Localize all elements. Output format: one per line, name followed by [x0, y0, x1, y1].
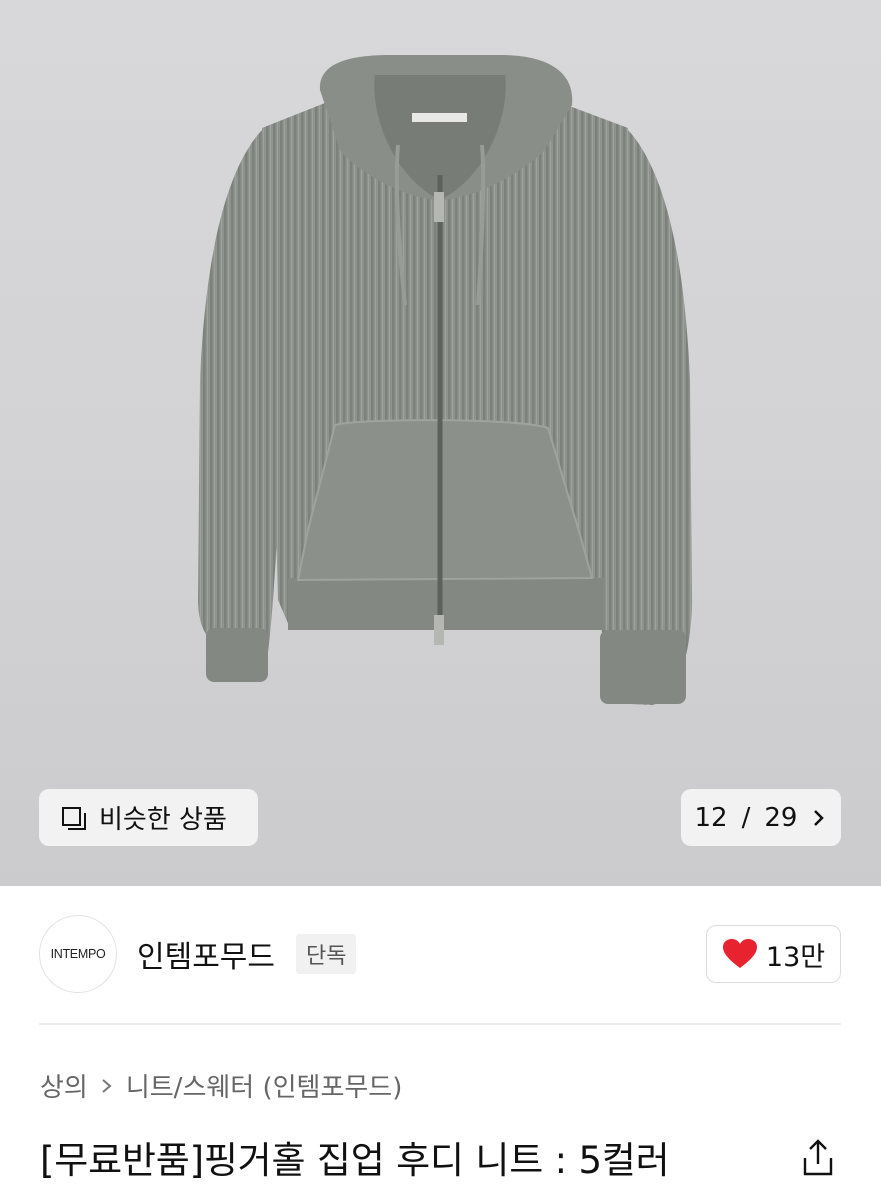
breadcrumb-category[interactable]: 상의 [40, 1067, 88, 1104]
exclusive-badge: 단독 [296, 934, 357, 974]
product-image [198, 55, 692, 705]
like-count: 13만 [765, 941, 826, 973]
image-separator: / [741, 802, 751, 833]
brand-logo[interactable]: INTEMPO [39, 915, 117, 993]
heart-icon [722, 939, 757, 968]
chevron-right-icon [814, 809, 825, 826]
product-image-area[interactable]: 비슷한 상품 12 / 29 [0, 0, 881, 886]
brand-row: INTEMPO 인템포무드 단독 13만 [39, 914, 841, 994]
breadcrumb-subcategory[interactable]: 니트/스웨터 (인템포무드) [126, 1067, 403, 1104]
section-divider [39, 1023, 841, 1025]
similar-products-label: 비슷한 상품 [99, 805, 227, 835]
image-current: 12 [694, 802, 728, 833]
image-total: 29 [764, 802, 798, 833]
share-icon[interactable] [798, 1138, 838, 1178]
image-counter-button[interactable]: 12 / 29 [681, 789, 841, 846]
chevron-right-icon [102, 1078, 112, 1093]
breadcrumb: 상의 니트/스웨터 (인템포무드) [40, 1067, 402, 1104]
product-title: [무료반품]핑거홀 집업 후디 니트 : 5컬러 [40, 1139, 670, 1182]
similar-items-icon [62, 806, 86, 830]
brand-logo-text: INTEMPO [50, 947, 106, 961]
brand-name-link[interactable]: 인템포무드 [137, 932, 275, 976]
similar-products-button[interactable]: 비슷한 상품 [39, 789, 258, 846]
like-button[interactable]: 13만 [706, 925, 841, 983]
